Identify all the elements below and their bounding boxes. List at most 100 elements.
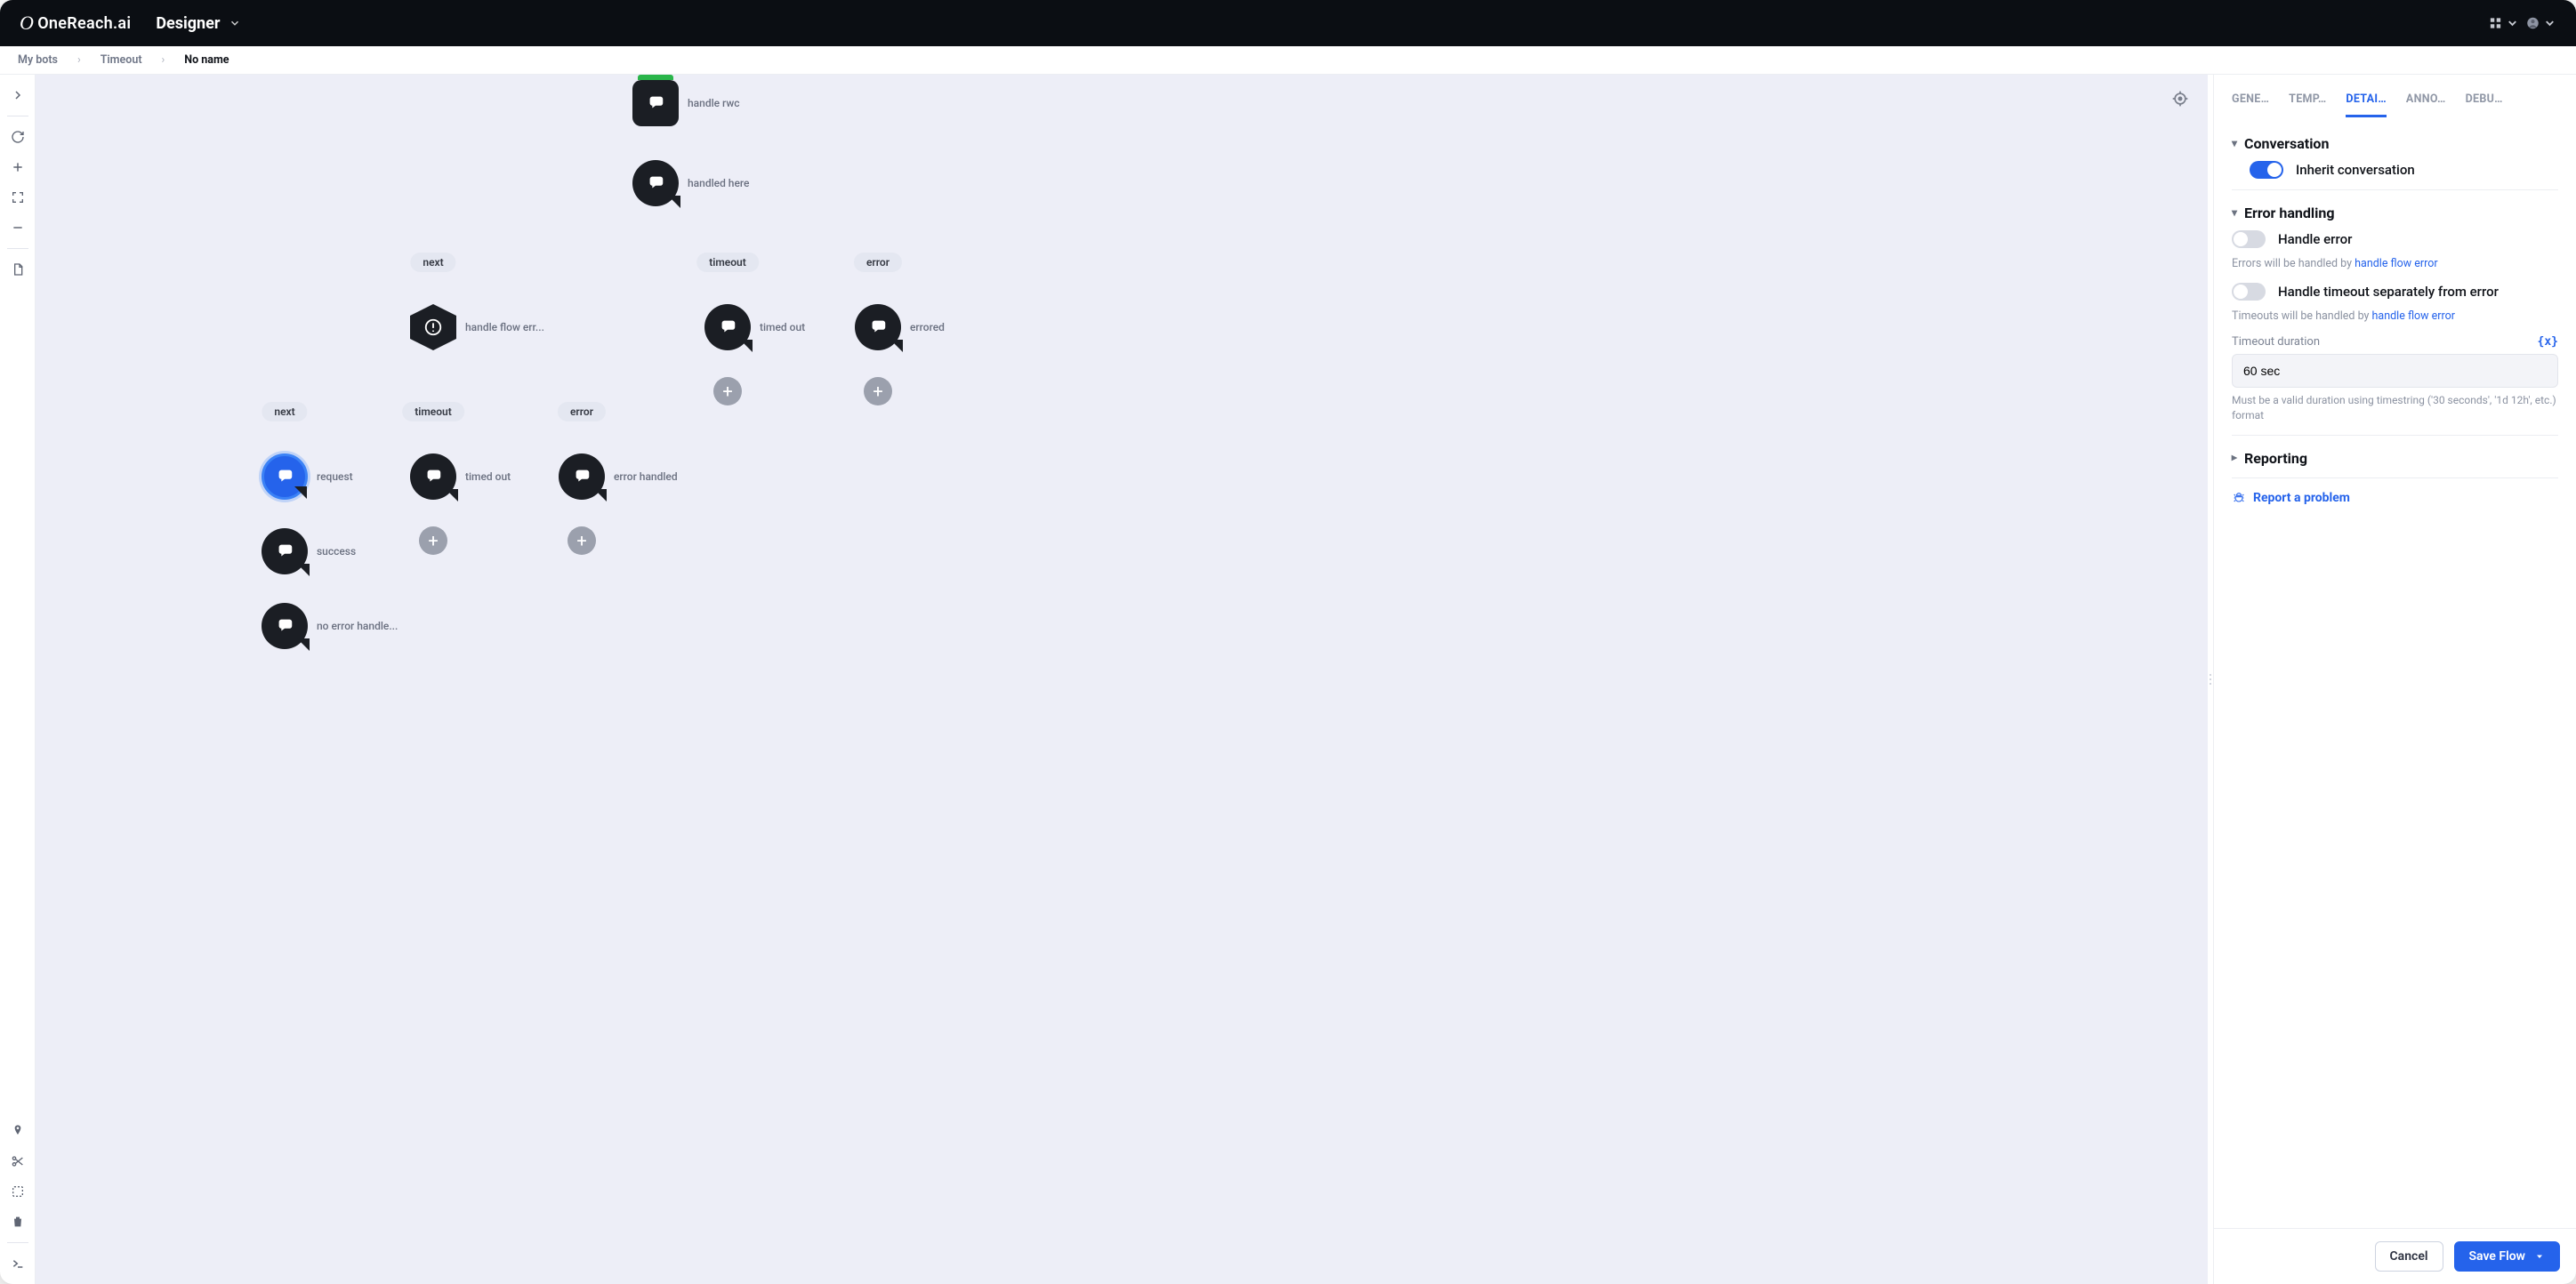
flow-node[interactable]: success xyxy=(262,528,356,574)
terminal-icon xyxy=(11,1256,25,1271)
flow-node[interactable]: handle flow err... xyxy=(410,304,544,350)
node-label: handle flow err... xyxy=(465,321,544,333)
chevron-right-icon: › xyxy=(77,53,81,67)
handle-error-help-link[interactable]: handle flow error xyxy=(2355,257,2437,270)
branch-chip[interactable]: next xyxy=(262,402,307,421)
node-label: error handled xyxy=(614,470,678,483)
branch-chip[interactable]: timeout xyxy=(696,253,759,272)
expression-toggle[interactable]: {x} xyxy=(2538,335,2558,349)
node-label: request xyxy=(317,470,353,483)
selection-button[interactable] xyxy=(4,1178,31,1205)
entry-node[interactable]: handle rwc xyxy=(632,80,740,126)
flow-node-selected[interactable]: request xyxy=(262,453,353,500)
chat-icon xyxy=(646,93,665,113)
chevron-right-icon: ▾ xyxy=(2227,455,2240,461)
add-node-button[interactable]: + xyxy=(419,526,447,555)
crosshair-icon xyxy=(2171,90,2189,108)
flow-node[interactable]: no error handle... xyxy=(262,603,398,649)
zoom-out-button[interactable] xyxy=(4,214,31,241)
minus-icon xyxy=(11,221,25,235)
trash-icon xyxy=(11,1215,25,1229)
crumb-mid[interactable]: Timeout xyxy=(101,53,142,67)
cancel-button[interactable]: Cancel xyxy=(2375,1241,2443,1272)
locate-button[interactable] xyxy=(2167,85,2194,112)
add-node-button[interactable]: + xyxy=(713,377,742,405)
trash-button[interactable] xyxy=(4,1208,31,1235)
chevron-down-icon: ▾ xyxy=(2232,137,2237,149)
chevron-down-icon xyxy=(2506,14,2519,32)
bug-icon xyxy=(2232,491,2246,505)
user-circle-icon xyxy=(2526,14,2540,32)
handle-error-label: Handle error xyxy=(2278,231,2352,247)
node-label: success xyxy=(317,545,356,558)
timeout-hint: Must be a valid duration using timestrin… xyxy=(2232,393,2558,424)
handle-error-toggle[interactable] xyxy=(2232,230,2266,248)
brand-logo: OOneReach.ai xyxy=(20,12,131,35)
selection-icon xyxy=(11,1184,25,1199)
tab-details[interactable]: DETAI… xyxy=(2346,92,2386,117)
add-node-button[interactable] xyxy=(4,154,31,181)
flow-canvas[interactable]: handle rwc handled here next timeout err… xyxy=(36,75,2208,1284)
handle-timeout-help-link[interactable]: handle flow error xyxy=(2372,309,2455,323)
edge-layer xyxy=(36,75,302,208)
document-button[interactable] xyxy=(4,256,31,283)
refresh-button[interactable] xyxy=(4,124,31,150)
plus-icon xyxy=(11,160,25,174)
chat-icon xyxy=(423,467,443,486)
cut-button[interactable] xyxy=(4,1148,31,1175)
report-problem-link[interactable]: Report a problem xyxy=(2232,491,2558,505)
branch-chip[interactable]: next xyxy=(410,253,455,272)
node-shape xyxy=(410,304,456,350)
terminal-button[interactable] xyxy=(4,1250,31,1277)
section-error-handling[interactable]: ▾ Error handling xyxy=(2232,205,2558,221)
apps-grid-button[interactable] xyxy=(2489,8,2519,38)
crumb-root[interactable]: My bots xyxy=(18,53,58,67)
branch-chip[interactable]: error xyxy=(558,402,606,421)
save-flow-button[interactable]: Save Flow xyxy=(2454,1241,2561,1272)
crumb-current: No name xyxy=(184,53,229,67)
chevron-down-icon xyxy=(229,17,241,29)
chat-icon xyxy=(275,616,294,636)
flow-node[interactable]: handled here xyxy=(632,160,749,206)
expand-rail-button[interactable] xyxy=(4,82,31,108)
expand-icon xyxy=(11,190,25,205)
tab-annotations[interactable]: ANNO… xyxy=(2406,92,2446,117)
node-label: handled here xyxy=(688,177,749,189)
add-node-button[interactable]: + xyxy=(864,377,892,405)
flow-node[interactable]: error handled xyxy=(559,453,678,500)
fit-screen-button[interactable] xyxy=(4,184,31,211)
tab-template[interactable]: TEMP… xyxy=(2289,92,2326,117)
inherit-conversation-toggle[interactable] xyxy=(2250,161,2283,179)
node-label: errored xyxy=(910,321,945,333)
chat-icon xyxy=(718,317,737,337)
chat-icon xyxy=(572,467,592,486)
flow-node[interactable]: timed out xyxy=(410,453,511,500)
left-rail xyxy=(0,75,36,1284)
chat-icon xyxy=(275,467,294,486)
branch-chip[interactable]: timeout xyxy=(402,402,464,421)
alert-icon xyxy=(423,317,443,337)
chevron-right-icon: › xyxy=(162,53,165,67)
scissors-icon xyxy=(11,1154,25,1168)
branch-chip[interactable]: error xyxy=(854,253,902,272)
details-panel: GENE… TEMP… DETAI… ANNO… DEBU… ▾ Convers… xyxy=(2213,75,2576,1284)
flow-node[interactable]: timed out xyxy=(704,304,805,350)
caret-down-icon xyxy=(2534,1251,2545,1262)
pin-icon xyxy=(11,1124,25,1138)
app-switcher[interactable]: Designer xyxy=(156,14,241,33)
refresh-icon xyxy=(11,130,25,144)
inherit-conversation-label: Inherit conversation xyxy=(2296,162,2415,178)
section-conversation[interactable]: ▾ Conversation xyxy=(2232,135,2558,152)
add-node-button[interactable]: + xyxy=(568,526,596,555)
section-reporting[interactable]: ▾ Reporting xyxy=(2232,450,2558,467)
chevron-down-icon xyxy=(2543,14,2556,32)
handle-timeout-help: Timeouts will be handled by handle flow … xyxy=(2232,309,2558,323)
pin-button[interactable] xyxy=(4,1118,31,1144)
tab-general[interactable]: GENE… xyxy=(2232,92,2269,117)
flow-node[interactable]: errored xyxy=(855,304,945,350)
tab-debug[interactable]: DEBU… xyxy=(2466,92,2503,117)
timeout-duration-input[interactable] xyxy=(2232,354,2558,388)
node-label: no error handle... xyxy=(317,620,398,632)
handle-timeout-toggle[interactable] xyxy=(2232,283,2266,301)
account-button[interactable] xyxy=(2526,8,2556,38)
